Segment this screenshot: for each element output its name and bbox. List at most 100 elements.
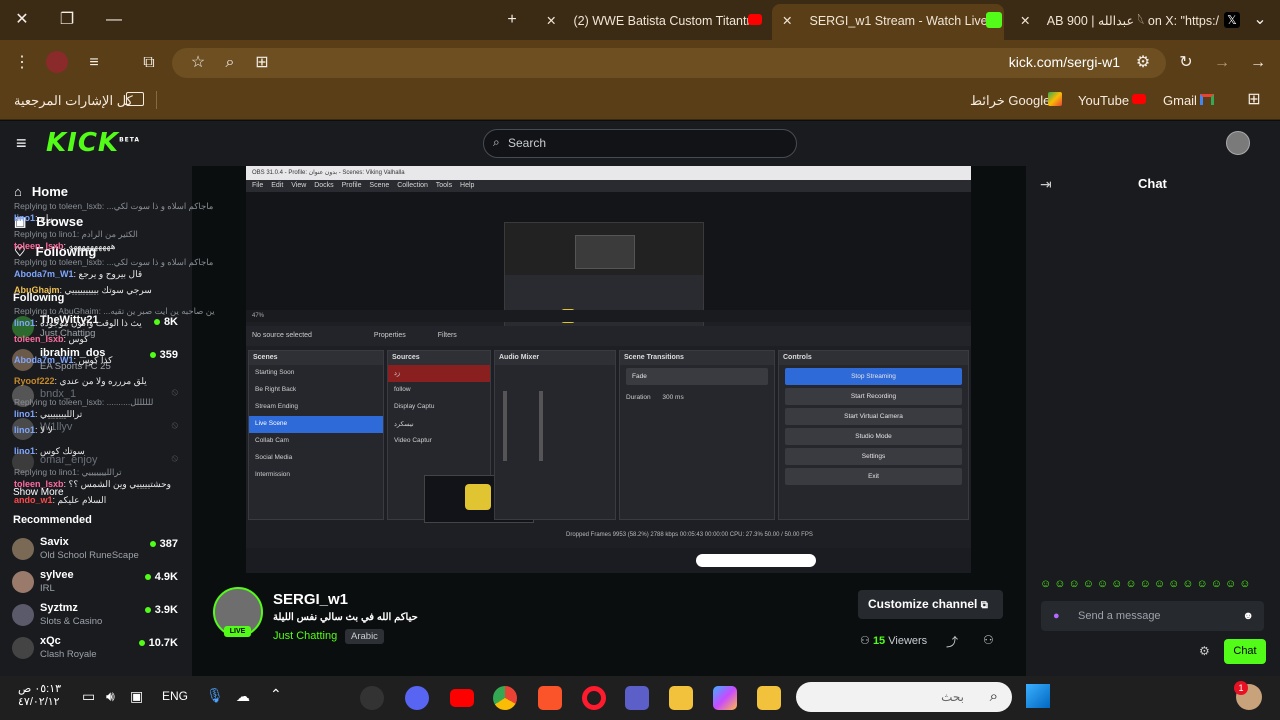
tab-search-chevron-icon[interactable]: ⌄	[1248, 8, 1272, 32]
chat-message[interactable]: lino1: سوتك كوس	[14, 445, 242, 457]
folder-icon	[126, 92, 144, 106]
folder-taskbar-icon[interactable]	[757, 686, 781, 710]
channel-name[interactable]: SERGI_w1	[273, 591, 348, 608]
chat-settings-icon[interactable]: ⚙	[1199, 644, 1210, 658]
zoom-icon[interactable]: ⌕	[218, 51, 242, 75]
windows-search-input[interactable]: بحث ⌕	[796, 682, 1012, 712]
restore-window-icon[interactable]: ❐	[55, 8, 79, 32]
close-window-icon[interactable]: ✕	[10, 8, 34, 32]
channel-item[interactable]: Savix Old School RuneScape 387	[12, 534, 182, 566]
extensions-icon[interactable]: ⧉	[137, 51, 161, 75]
channel-item[interactable]: Syztmz Slots & Casino 3.9K	[12, 600, 182, 632]
chat-message[interactable]: AbuGhaim: سرجي سوتك بيييييييييي	[14, 284, 242, 296]
reload-icon[interactable]: ↻	[1174, 51, 1198, 75]
kick-logo[interactable]: KICKBETA	[46, 128, 140, 158]
tab-youtube[interactable]: ✕ (2) WWE Batista Custom Titantr	[536, 4, 770, 40]
profile-avatar[interactable]	[46, 51, 68, 73]
chat-message[interactable]: lino1: يث ذا الوقت واكون موجوده	[14, 317, 242, 329]
chat-username[interactable]: toleen_lsxb	[14, 479, 64, 489]
bookmark-star-icon[interactable]: ☆	[186, 51, 210, 75]
brave-taskbar-icon[interactable]	[538, 686, 562, 710]
obs-scale-bar: 47%	[246, 310, 971, 322]
tab-close-icon[interactable]: ✕	[546, 4, 562, 38]
chat-message[interactable]: Aboda7m_W1: كذا كوس	[14, 354, 242, 366]
chat-username[interactable]: lino1	[14, 318, 35, 328]
tab-close-icon[interactable]: ✕	[782, 4, 798, 38]
tab-x[interactable]: ✕ AB 900 | عبدالله 𓆩 on X: "https:/	[1010, 4, 1242, 40]
viewer-count-display: ⚇ 15 Viewers	[860, 634, 927, 647]
onedrive-icon[interactable]: ☁	[236, 688, 250, 705]
tab-close-icon[interactable]: ✕	[1020, 4, 1036, 38]
teams-taskbar-icon[interactable]	[625, 686, 649, 710]
language-tag[interactable]: Arabic	[345, 629, 384, 644]
chat-username[interactable]: Aboda7m_W1	[14, 355, 74, 365]
forward-icon[interactable]: →	[1210, 51, 1234, 75]
tray-chevron-icon[interactable]: ⌃	[270, 686, 282, 703]
chat-username[interactable]: ando_w1	[14, 495, 53, 505]
chat-message[interactable]: toleen_lsxb: وحشتيييييي وين الشمس ؟؟	[14, 478, 242, 490]
chat-input[interactable]: ● Send a message ☻	[1041, 601, 1264, 631]
video-player[interactable]: OBS 31.0.4 - Profile: بدون عنوان - Scene…	[246, 166, 971, 573]
chat-username[interactable]: AbuGhaim	[14, 285, 60, 295]
emote-strip[interactable]: ☺☺☺☺☺☺☺☺☺☺☺☺☺☺☺	[1040, 578, 1265, 594]
site-settings-icon[interactable]: ⚙	[1131, 51, 1155, 75]
user-avatar[interactable]	[1226, 131, 1250, 155]
opera-taskbar-icon[interactable]	[582, 686, 606, 710]
emoji-icon[interactable]: ☻	[1242, 601, 1254, 631]
back-icon[interactable]: →	[1246, 51, 1270, 75]
apps-grid-icon[interactable]: ⊞	[1242, 88, 1266, 112]
sidebar-item-home[interactable]: ⌂ Home	[14, 184, 68, 199]
scene-item: Social Media	[255, 454, 293, 461]
bookmark-maps[interactable]: خرائط Google	[970, 93, 1050, 109]
chat-username[interactable]: lino1	[14, 409, 35, 419]
chat-username[interactable]: Aboda7m_W1	[14, 269, 74, 279]
obs-taskbar-icon[interactable]	[360, 686, 384, 710]
menu-dots-icon[interactable]: ⋮	[10, 51, 34, 75]
chat-username[interactable]: Ryoof222	[14, 376, 55, 386]
chat-message[interactable]: lino1: لا لا	[14, 424, 242, 436]
customize-channel-button[interactable]: Customize channel ⧉	[858, 590, 1003, 619]
discord-taskbar-icon[interactable]	[405, 686, 429, 710]
battery-icon[interactable]: ▭	[82, 688, 95, 705]
collapse-chat-icon[interactable]: ⇥	[1040, 176, 1052, 193]
stream-category[interactable]: Just Chatting	[273, 630, 337, 642]
chat-username[interactable]: toleen_lsxb	[14, 334, 64, 344]
volume-icon[interactable]: 🔊︎	[106, 688, 115, 705]
network-icon[interactable]: ▣	[130, 688, 143, 705]
translate-icon[interactable]: ⊞	[250, 51, 274, 75]
chat-username[interactable]: toleen_lsxb	[14, 241, 64, 251]
chat-username[interactable]: lino1	[14, 213, 35, 223]
chat-message[interactable]: lino1: ترالليييييييي	[14, 408, 242, 420]
follow-icon[interactable]: ⚇	[983, 633, 994, 647]
url-text[interactable]: kick.com/sergi-w1	[960, 54, 1120, 70]
bookmark-youtube[interactable]: YouTube	[1078, 93, 1129, 108]
chat-message[interactable]: toleen_lsxb: كوس	[14, 333, 242, 345]
chrome-taskbar-icon[interactable]	[493, 686, 517, 710]
channel-item[interactable]: xQc Clash Royale 10.7K	[12, 633, 182, 665]
microphone-icon[interactable]: 🎙︎	[206, 687, 224, 704]
send-chat-button[interactable]: Chat	[1224, 639, 1266, 664]
new-tab-icon[interactable]: +	[500, 8, 524, 32]
chat-message[interactable]: Ryoof222: يلق مررره ولا من عندي	[14, 375, 242, 387]
windows-start-icon[interactable]	[1026, 684, 1050, 708]
chat-username[interactable]: lino1	[14, 425, 35, 435]
chat-message[interactable]: lino1: راح	[14, 212, 242, 224]
chat-message[interactable]: toleen_lsxb: ههههههههههه	[14, 240, 242, 252]
bookmark-gmail[interactable]: Gmail	[1163, 93, 1197, 108]
copilot-taskbar-icon[interactable]	[713, 686, 737, 710]
file-explorer-taskbar-icon[interactable]	[669, 686, 693, 710]
channel-item[interactable]: sylvee IRL 4.9K	[12, 567, 182, 599]
chat-username[interactable]: lino1	[14, 446, 35, 456]
search-input[interactable]: ⌕ Search	[483, 129, 797, 158]
chat-message[interactable]: Aboda7m_W1: قال بيروح و يرجع	[14, 268, 242, 280]
chat-message[interactable]: ando_w1: السلام عليكم	[14, 494, 242, 506]
media-queue-icon[interactable]: ≡	[82, 51, 106, 75]
all-bookmarks-label[interactable]: كل الإشارات المرجعية	[14, 93, 133, 109]
youtube-taskbar-icon[interactable]	[450, 689, 474, 707]
clock[interactable]: ٠٥:١٣ ص ٤٧/٠٢/١٢	[18, 682, 61, 708]
hamburger-menu-icon[interactable]: ≡	[16, 133, 27, 154]
share-icon[interactable]: ⤴	[946, 633, 958, 650]
tab-kick-active[interactable]: ✕ SERGI_w1 Stream - Watch Live	[772, 4, 1004, 40]
language-indicator[interactable]: ENG	[162, 689, 188, 703]
minimize-window-icon[interactable]: —	[102, 8, 126, 32]
